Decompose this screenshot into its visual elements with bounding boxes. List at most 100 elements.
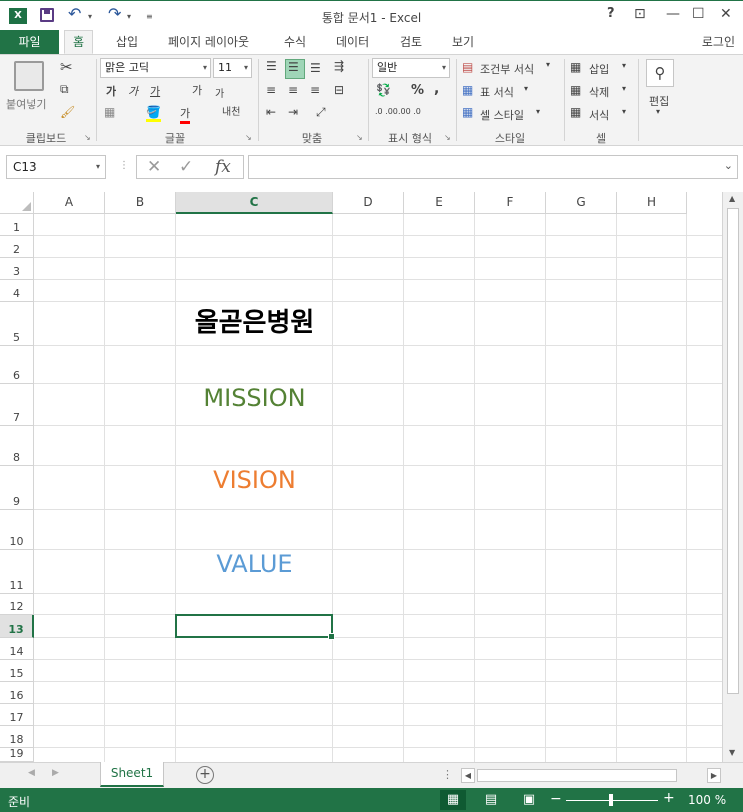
column-header-g[interactable]: G: [546, 192, 617, 214]
font-color-button[interactable]: 가: [180, 105, 191, 124]
expand-formula-bar-icon[interactable]: ⌄: [724, 159, 733, 172]
select-all-button[interactable]: [0, 192, 34, 214]
row-header-9[interactable]: 9: [0, 466, 34, 510]
row-header-2[interactable]: 2: [0, 236, 34, 258]
worksheet-grid[interactable]: ▲ ▼ A B C D E F G H 1 2 3 4 5 6 7 8 9 10 11 12 13 14 15 16 17 18 1…: [0, 192, 743, 762]
cell-c9[interactable]: VISION: [176, 466, 333, 510]
column-header-a[interactable]: A: [34, 192, 105, 214]
enter-icon[interactable]: ✓: [179, 157, 193, 177]
normal-view-icon[interactable]: ▦: [440, 790, 466, 810]
row-header-7[interactable]: 7: [0, 384, 34, 426]
orientation-icon[interactable]: ⤢: [316, 105, 326, 120]
vertical-scrollbar[interactable]: ▲ ▼: [722, 192, 743, 762]
column-header-h[interactable]: H: [617, 192, 687, 214]
column-header-d[interactable]: D: [333, 192, 404, 214]
copy-icon[interactable]: ⧉: [60, 82, 69, 97]
binoculars-icon[interactable]: ⚲: [646, 59, 674, 87]
column-header-f[interactable]: F: [475, 192, 546, 214]
next-sheet-icon[interactable]: ▶: [52, 768, 59, 778]
scroll-up-icon[interactable]: ▲: [729, 194, 735, 203]
cell-c5[interactable]: 올곧은병원: [176, 302, 333, 346]
wrap-text-icon[interactable]: ⇶: [334, 59, 344, 73]
name-box[interactable]: C13 ▾: [6, 155, 106, 179]
scroll-right-icon[interactable]: ▶: [707, 768, 721, 783]
scroll-left-icon[interactable]: ◀: [461, 768, 475, 783]
page-layout-view-icon[interactable]: ▤: [478, 790, 504, 810]
hscroll-thumb[interactable]: [477, 769, 677, 782]
font-size-select[interactable]: 11 ▾: [213, 58, 252, 78]
delete-cells-icon[interactable]: ▦: [570, 83, 581, 97]
cell-styles-button[interactable]: 셀 스타일: [480, 107, 524, 123]
row-header-5[interactable]: 5: [0, 302, 34, 346]
formula-input[interactable]: ⌄: [248, 155, 738, 179]
formula-bar-grip[interactable]: ⋮: [119, 160, 129, 171]
insert-function-icon[interactable]: fx: [215, 157, 231, 177]
tab-review[interactable]: 검토: [392, 33, 430, 54]
row-header-14[interactable]: 14: [0, 638, 34, 660]
number-format-select[interactable]: 일반 ▾: [372, 58, 450, 78]
italic-button[interactable]: 가: [128, 83, 138, 99]
number-launcher-icon[interactable]: ↘: [444, 133, 451, 142]
row-header-19[interactable]: 19: [0, 747, 34, 762]
bold-button[interactable]: 가: [106, 83, 116, 99]
cancel-icon[interactable]: ✕: [147, 157, 161, 177]
increase-decimal-button[interactable]: .0 .00: [375, 107, 398, 116]
format-painter-icon[interactable]: 🖌: [60, 105, 75, 119]
tab-formulas[interactable]: 수식: [276, 33, 314, 54]
tab-home[interactable]: 홈: [64, 30, 94, 54]
shrink-font-button[interactable]: 가: [215, 85, 224, 100]
tab-view[interactable]: 보기: [444, 33, 482, 54]
login-link[interactable]: 로그인: [702, 33, 735, 50]
horizontal-scrollbar[interactable]: ◀ ▶: [461, 768, 723, 783]
format-as-table-icon[interactable]: ▦: [462, 83, 473, 97]
cell-styles-icon[interactable]: ▦: [462, 105, 473, 119]
delete-cells-button[interactable]: 삭제: [589, 84, 609, 100]
row-header-13[interactable]: 13: [0, 615, 34, 638]
tab-split-handle[interactable]: ⋮: [442, 768, 453, 781]
active-cell-c13[interactable]: [175, 614, 335, 640]
column-header-c[interactable]: C: [176, 192, 333, 214]
minimize-button[interactable]: —: [666, 6, 680, 22]
row-header-12[interactable]: 12: [0, 594, 34, 615]
row-header-3[interactable]: 3: [0, 258, 34, 280]
increase-indent-icon[interactable]: ⇥: [288, 105, 298, 119]
align-left-icon[interactable]: ≡: [266, 83, 276, 97]
scroll-thumb[interactable]: [727, 208, 739, 694]
help-button[interactable]: ?: [607, 6, 615, 21]
tab-page-layout[interactable]: 페이지 레이아웃: [160, 33, 257, 54]
row-header-10[interactable]: 10: [0, 510, 34, 550]
format-as-table-button[interactable]: 표 서식: [480, 84, 514, 100]
clipboard-launcher-icon[interactable]: ↘: [84, 133, 91, 142]
tab-file[interactable]: 파일: [0, 30, 59, 54]
format-cells-icon[interactable]: ▦: [570, 105, 581, 119]
align-top-icon[interactable]: ☰: [266, 59, 277, 73]
tab-insert[interactable]: 삽입: [108, 33, 146, 54]
percent-style-button[interactable]: %: [411, 83, 424, 98]
grow-font-button[interactable]: 가: [192, 82, 202, 98]
alignment-launcher-icon[interactable]: ↘: [356, 133, 363, 142]
decrease-indent-icon[interactable]: ⇤: [266, 105, 276, 119]
row-header-15[interactable]: 15: [0, 660, 34, 682]
cell-c11[interactable]: VALUE: [176, 550, 333, 594]
align-middle-icon[interactable]: ☰: [288, 60, 299, 74]
row-header-6[interactable]: 6: [0, 346, 34, 384]
scroll-down-icon[interactable]: ▼: [729, 748, 735, 757]
accounting-format-icon[interactable]: 💱: [376, 83, 391, 97]
cut-icon[interactable]: ✂: [60, 58, 73, 76]
column-header-b[interactable]: B: [105, 192, 176, 214]
merge-center-icon[interactable]: ⊟: [334, 83, 344, 97]
align-center-icon[interactable]: ≡: [288, 83, 298, 97]
insert-cells-icon[interactable]: ▦: [570, 60, 581, 74]
page-break-preview-icon[interactable]: ▣: [516, 790, 542, 810]
zoom-level[interactable]: 100 %: [688, 793, 726, 807]
conditional-formatting-icon[interactable]: ▤: [462, 60, 473, 74]
format-cells-button[interactable]: 서식: [589, 107, 609, 123]
font-launcher-icon[interactable]: ↘: [245, 133, 252, 142]
new-sheet-button[interactable]: +: [196, 766, 214, 784]
row-header-8[interactable]: 8: [0, 426, 34, 466]
tab-data[interactable]: 데이터: [328, 33, 377, 54]
close-button[interactable]: ✕: [720, 6, 732, 22]
insert-cells-button[interactable]: 삽입: [589, 61, 609, 77]
conditional-formatting-button[interactable]: 조건부 서식: [480, 61, 534, 77]
phonetic-guide-button[interactable]: 내천: [222, 103, 240, 118]
